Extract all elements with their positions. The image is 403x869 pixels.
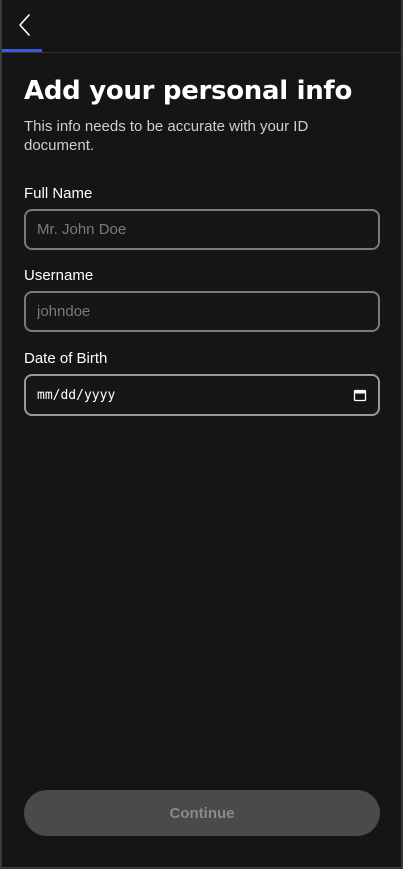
continue-button[interactable]: Continue bbox=[24, 790, 380, 836]
calendar-icon bbox=[353, 389, 367, 402]
personal-info-screen: Add your personal info This info needs t… bbox=[0, 0, 403, 869]
username-input[interactable] bbox=[24, 291, 380, 332]
back-button[interactable] bbox=[12, 11, 40, 39]
username-label: Username bbox=[24, 267, 94, 284]
calendar-picker-button[interactable] bbox=[353, 388, 367, 402]
progress-indicator bbox=[2, 49, 42, 52]
top-bar bbox=[2, 0, 401, 53]
full-name-input[interactable] bbox=[24, 209, 380, 250]
full-name-label: Full Name bbox=[24, 185, 93, 202]
page-title: Add your personal info bbox=[24, 76, 353, 106]
chevron-left-icon bbox=[19, 14, 30, 36]
date-of-birth-input[interactable]: mm/dd/yyyy bbox=[24, 374, 380, 416]
date-of-birth-placeholder: mm/dd/yyyy bbox=[37, 387, 116, 403]
page-subtitle: This info needs to be accurate with your… bbox=[24, 118, 309, 154]
date-of-birth-label: Date of Birth bbox=[24, 350, 108, 367]
